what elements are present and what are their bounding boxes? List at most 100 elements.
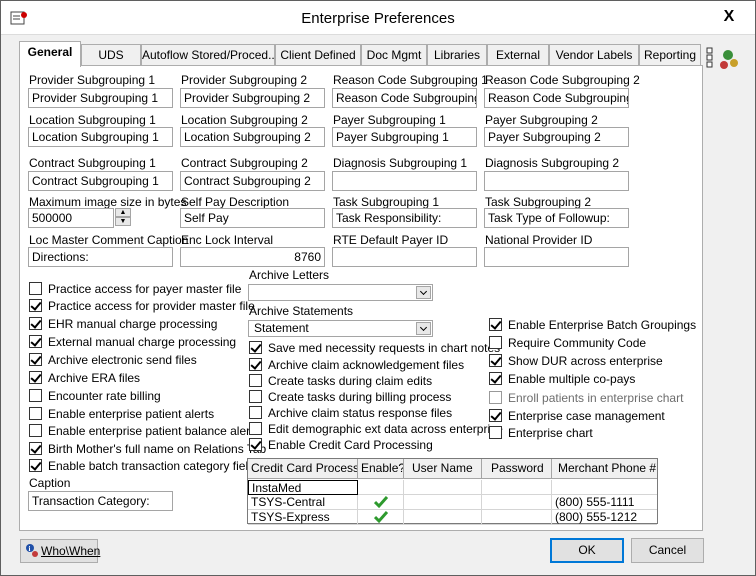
- checkbox-unchecked-icon[interactable]: [249, 422, 262, 435]
- checkbox-checked-icon[interactable]: [29, 299, 42, 312]
- location-sub2-field[interactable]: Location Subgrouping 2: [180, 127, 325, 147]
- tab-external[interactable]: External: [487, 44, 549, 66]
- table-row[interactable]: TSYS-Express (800) 555-1212: [248, 510, 657, 525]
- spin-up-icon[interactable]: ▲: [115, 208, 131, 217]
- checkbox-label: Enable enterprise patient balance alerts: [48, 424, 260, 438]
- tab-client-defined[interactable]: Client Defined: [275, 44, 361, 66]
- tab-uds[interactable]: UDS: [81, 44, 141, 66]
- col-phone-header[interactable]: Merchant Phone #: [552, 459, 657, 479]
- chevron-down-icon[interactable]: [416, 286, 431, 299]
- task-sub2-field[interactable]: Task Type of Followup:: [484, 208, 629, 228]
- cell-phone[interactable]: (800) 555-1212: [552, 510, 657, 525]
- cell-processor[interactable]: InstaMed: [248, 480, 358, 495]
- checkbox-label: Save med necessity requests in chart not…: [268, 341, 501, 355]
- checkbox-checked-icon[interactable]: [489, 372, 502, 385]
- checkbox-unchecked-icon[interactable]: [29, 407, 42, 420]
- tab-reporting[interactable]: Reporting: [639, 44, 701, 66]
- npi-field[interactable]: [484, 247, 629, 267]
- checkbox-unchecked-icon[interactable]: [249, 390, 262, 403]
- enable-cell[interactable]: [358, 510, 404, 525]
- diagnosis-sub1-field[interactable]: [332, 171, 477, 191]
- rte-payer-field[interactable]: [332, 247, 477, 267]
- checkbox-unchecked-icon[interactable]: [29, 389, 42, 402]
- tab-general[interactable]: General: [19, 41, 81, 67]
- tab-autoflow[interactable]: Autoflow Stored/Proced...: [141, 44, 275, 66]
- provider-sub1-field[interactable]: Provider Subgrouping 1: [28, 88, 173, 108]
- checkbox-checked-icon[interactable]: [489, 354, 502, 367]
- archive-letters-select[interactable]: [248, 284, 433, 301]
- svg-text:i: i: [29, 545, 31, 553]
- col-processor-header[interactable]: Credit Card Processor: [248, 459, 358, 479]
- tab-doc-mgmt[interactable]: Doc Mgmt: [361, 44, 427, 66]
- cell-user[interactable]: [404, 510, 482, 525]
- payer-sub1-field[interactable]: Payer Subgrouping 1: [332, 127, 477, 147]
- tab-libraries[interactable]: Libraries: [427, 44, 487, 66]
- chevron-down-icon[interactable]: [416, 322, 431, 335]
- checkbox-unchecked-icon[interactable]: [249, 374, 262, 387]
- provider-sub2-field[interactable]: Provider Subgrouping 2: [180, 88, 325, 108]
- checkbox-unchecked-icon[interactable]: [489, 426, 502, 439]
- caption-field[interactable]: Transaction Category:: [28, 491, 173, 511]
- loc-master-field[interactable]: Directions:: [28, 247, 173, 267]
- archive-statements-select[interactable]: Statement: [248, 320, 433, 337]
- col-password-header[interactable]: Password: [482, 459, 552, 479]
- table-row[interactable]: InstaMed: [248, 480, 657, 495]
- provider-sub2-label: Provider Subgrouping 2: [181, 73, 308, 87]
- cell-processor[interactable]: TSYS-Express: [248, 510, 358, 525]
- checkbox-unchecked-icon[interactable]: [29, 282, 42, 295]
- col-username-header[interactable]: User Name: [404, 459, 482, 479]
- reason-sub1-field[interactable]: Reason Code Subgrouping 1: [332, 88, 477, 108]
- checkbox-unchecked-icon[interactable]: [29, 424, 42, 437]
- enable-cell[interactable]: [358, 480, 404, 495]
- cancel-button[interactable]: Cancel: [631, 538, 704, 563]
- checkbox-checked-icon[interactable]: [29, 335, 42, 348]
- checkbox-checked-icon[interactable]: [29, 442, 42, 455]
- cell-processor[interactable]: TSYS-Central: [248, 495, 358, 510]
- grid-header: Credit Card Processor Enable? User Name …: [248, 459, 657, 479]
- diagnosis-sub2-field[interactable]: [484, 171, 629, 191]
- enc-lock-field[interactable]: 8760: [180, 247, 325, 267]
- tab-vendor-labels[interactable]: Vendor Labels: [549, 44, 639, 66]
- cell-phone[interactable]: (800) 555-1111: [552, 495, 657, 510]
- checkbox-label: Archive claim status response files: [268, 406, 453, 420]
- checkbox-checked-icon[interactable]: [249, 438, 262, 451]
- checkbox-checked-icon[interactable]: [489, 318, 502, 331]
- checkbox-unchecked-icon[interactable]: [489, 336, 502, 349]
- who-when-button[interactable]: i Who\When: [20, 539, 100, 563]
- checkbox-checked-icon[interactable]: [29, 371, 42, 384]
- spin-down-icon[interactable]: ▼: [115, 217, 131, 226]
- checkbox-checked-icon[interactable]: [249, 341, 262, 354]
- checkbox-checked-icon[interactable]: [249, 358, 262, 371]
- spinner[interactable]: ▲ ▼: [115, 208, 131, 226]
- contract-sub1-field[interactable]: Contract Subgrouping 1: [28, 171, 173, 191]
- cell-password[interactable]: [482, 495, 552, 510]
- task-sub1-field[interactable]: Task Responsibility:: [332, 208, 477, 228]
- checkbox-label: Require Community Code: [508, 336, 647, 350]
- cell-user[interactable]: [404, 495, 482, 510]
- cell-password[interactable]: [482, 480, 552, 495]
- contract-sub2-field[interactable]: Contract Subgrouping 2: [180, 171, 325, 191]
- location-sub1-field[interactable]: Location Subgrouping 1: [28, 127, 173, 147]
- checkbox-unchecked-icon[interactable]: [249, 406, 262, 419]
- self-pay-field[interactable]: Self Pay: [180, 208, 325, 228]
- ok-button[interactable]: OK: [550, 538, 624, 563]
- enable-cell[interactable]: [358, 495, 404, 510]
- checkbox-checked-icon[interactable]: [489, 409, 502, 422]
- max-image-field[interactable]: 500000: [28, 208, 114, 228]
- checkbox-checked-icon[interactable]: [29, 459, 42, 472]
- payer-sub2-field[interactable]: Payer Subgrouping 2: [484, 127, 629, 147]
- cell-password[interactable]: [482, 510, 552, 525]
- grid-tools-icon[interactable]: [706, 47, 742, 73]
- checkbox-label: Enroll patients in enterprise chart: [508, 391, 684, 405]
- title-bar: Enterprise Preferences X: [1, 1, 755, 35]
- reason-sub2-field[interactable]: Reason Code Subgrouping 1: [484, 88, 629, 108]
- cell-user[interactable]: [404, 480, 482, 495]
- col-enable-header[interactable]: Enable?: [358, 459, 404, 479]
- checkbox-checked-icon[interactable]: [29, 317, 42, 330]
- enterprise-preferences-window: Enterprise Preferences X General UDS Aut…: [0, 0, 756, 576]
- close-button[interactable]: X: [718, 7, 740, 27]
- archive-letters-label: Archive Letters: [249, 268, 330, 282]
- table-row[interactable]: TSYS-Central (800) 555-1111: [248, 495, 657, 510]
- checkbox-checked-icon[interactable]: [29, 353, 42, 366]
- cell-phone[interactable]: [552, 480, 657, 495]
